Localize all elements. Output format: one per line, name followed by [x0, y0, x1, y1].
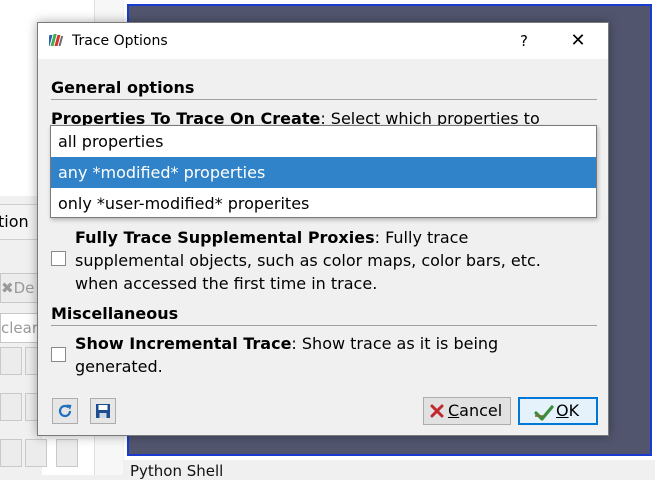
close-button[interactable]: ✕	[566, 29, 590, 53]
save-icon	[96, 404, 110, 418]
incremental-text: Show Incremental Trace: Show trace as it…	[75, 334, 499, 376]
incremental-checkbox[interactable]	[51, 347, 66, 362]
delete-icon: ✖	[1, 279, 14, 297]
toolbar-button[interactable]	[0, 439, 22, 467]
trace-options-dialog: Trace Options ? ✕ General options Proper…	[37, 22, 609, 436]
clear-field[interactable]: clear	[0, 313, 38, 343]
supplemental-text: Fully Trace Supplemental Proxies: Fully …	[75, 228, 541, 293]
separator	[51, 325, 597, 326]
separator	[51, 99, 597, 100]
dropdown-option-all[interactable]: all properties	[51, 126, 596, 157]
refresh-icon	[58, 404, 72, 418]
dropdown-option-user-modified[interactable]: only *user-modified* properites	[51, 188, 596, 219]
copy-button[interactable]	[25, 439, 47, 467]
supplemental-checkbox[interactable]	[51, 251, 66, 266]
properties-tab[interactable]: tion	[0, 204, 41, 240]
close-icon: ✕	[570, 30, 586, 51]
dropdown-option-modified[interactable]: any *modified* properties	[51, 157, 596, 188]
ok-label: OK	[556, 401, 580, 420]
toolbar-button[interactable]	[0, 347, 22, 375]
miscellaneous-heading: Miscellaneous	[51, 304, 179, 323]
general-options-heading: General options	[51, 78, 195, 97]
cancel-label: Cancel	[448, 401, 503, 420]
trace-properties-dropdown-list: all properties any *modified* properties…	[50, 125, 597, 218]
cancel-icon	[430, 404, 444, 418]
help-button[interactable]: ?	[514, 29, 534, 53]
refresh-button[interactable]	[56, 439, 78, 467]
paraview-icon	[49, 34, 64, 46]
toolbar-button[interactable]	[0, 393, 22, 421]
dialog-title: Trace Options	[72, 33, 168, 49]
ok-check-icon	[534, 405, 554, 421]
titlebar: Trace Options ? ✕	[38, 23, 608, 59]
delete-button[interactable]: ✖De	[0, 273, 38, 303]
cancel-button[interactable]: Cancel	[423, 397, 511, 425]
save-defaults-button[interactable]	[90, 398, 116, 424]
ok-button[interactable]: OK	[518, 397, 598, 425]
python-shell-label[interactable]: Python Shell	[130, 462, 223, 480]
reset-button[interactable]	[52, 398, 78, 424]
